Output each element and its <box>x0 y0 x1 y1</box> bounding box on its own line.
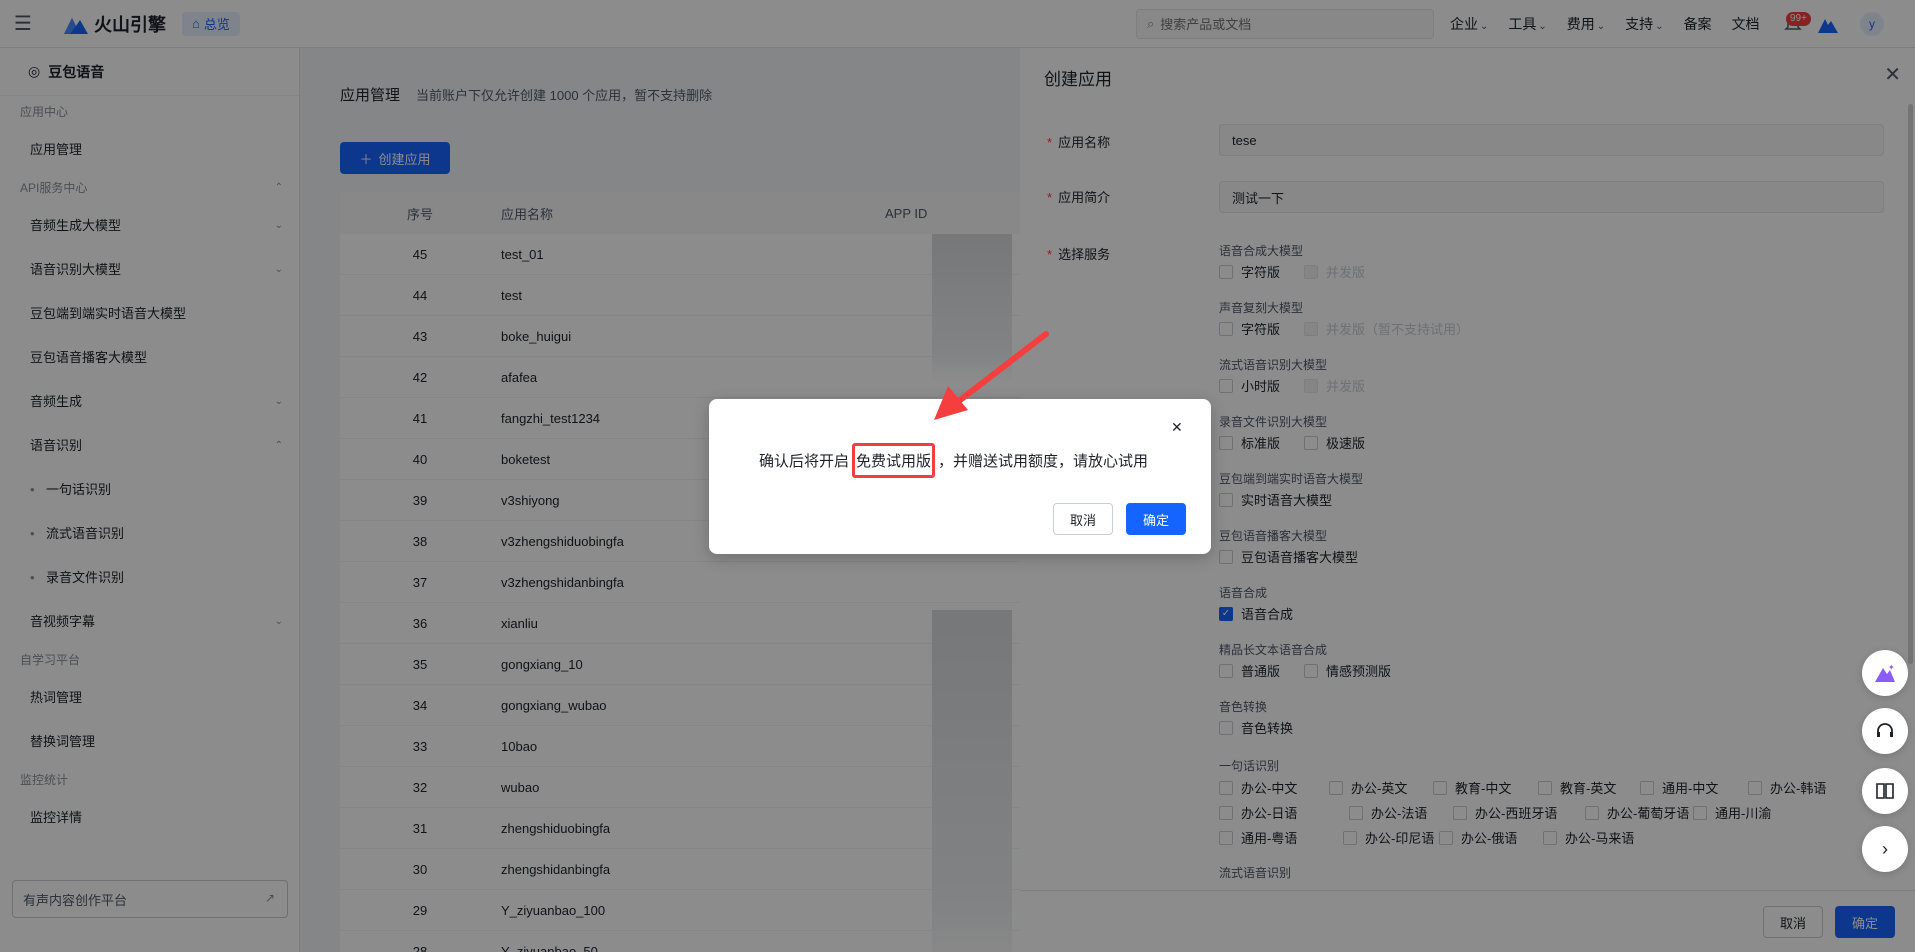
dialog-cancel-button[interactable]: 取消 <box>1053 503 1113 535</box>
dialog-message-before: 确认后将开启 <box>759 453 850 470</box>
close-icon[interactable]: ✕ <box>1171 419 1183 436</box>
confirm-dialog: ✕ 确认后将开启 免费试用版 ，并赠送试用额度，请放心试用 取消 确定 <box>709 399 1211 554</box>
book-icon[interactable] <box>1862 768 1908 814</box>
headset-icon[interactable] <box>1862 708 1908 754</box>
dialog-ok-button[interactable]: 确定 <box>1126 503 1186 535</box>
dialog-message-highlight: 免费试用版 <box>852 443 936 478</box>
chevron-right-icon[interactable]: › <box>1862 826 1908 872</box>
svg-text:✦: ✦ <box>1888 663 1895 672</box>
ai-assistant-icon[interactable]: ✦ <box>1862 650 1908 696</box>
dialog-message: 确认后将开启 免费试用版 ，并赠送试用额度，请放心试用 <box>759 443 1148 478</box>
dialog-message-after: ，并赠送试用额度，请放心试用 <box>938 453 1149 470</box>
